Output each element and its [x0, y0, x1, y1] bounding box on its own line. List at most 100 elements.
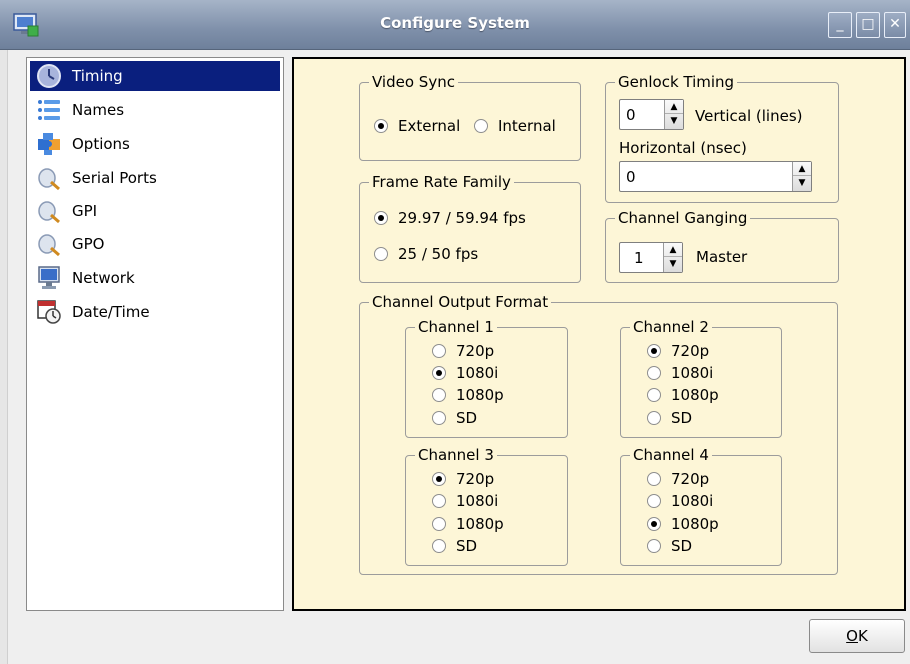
list-icon [38, 100, 60, 120]
radio-indicator [647, 366, 661, 380]
spin-down-icon[interactable]: ▼ [665, 114, 683, 128]
radio-indicator [432, 344, 446, 358]
group-title: Genlock Timing [618, 73, 735, 91]
plug-icon [38, 234, 60, 257]
channel-4-1080p-radio[interactable]: 1080p [647, 515, 719, 533]
radio-label: 720p [456, 342, 495, 360]
channel-3-1080i-radio[interactable]: 1080i [432, 492, 498, 510]
radio-label: Internal [498, 117, 556, 135]
channel-4-1080i-radio[interactable]: 1080i [647, 492, 713, 510]
vertical-lines-label: Vertical (lines) [695, 107, 803, 125]
video-sync-internal-radio[interactable]: Internal [474, 117, 556, 135]
radio-indicator [474, 119, 488, 133]
video-sync-external-radio[interactable]: External [374, 117, 460, 135]
group-title: Video Sync [372, 73, 455, 91]
group-title: Frame Rate Family [372, 173, 511, 191]
maximize-button[interactable]: □ [856, 12, 880, 38]
radio-label: SD [671, 409, 693, 427]
radio-label: SD [456, 409, 478, 427]
title-bar: Configure System _ □ ✕ [0, 0, 910, 50]
spinbox-value: 0 [626, 168, 636, 186]
radio-indicator [432, 411, 446, 425]
group-title: Channel 3 [418, 446, 494, 464]
ganging-master-label: Master [696, 248, 748, 266]
sidebar-item-label: Names [72, 101, 125, 119]
group-title: Channel 1 [418, 318, 494, 336]
sidebar-item-label: Network [72, 269, 135, 287]
close-button[interactable]: ✕ [884, 12, 906, 38]
sidebar-item-label: Date/Time [72, 303, 150, 321]
channel-1-1080p-radio[interactable]: 1080p [432, 386, 504, 404]
sidebar-item-gpi[interactable]: GPI [30, 196, 280, 226]
channel-2-720p-radio[interactable]: 720p [647, 342, 709, 360]
sidebar-item-options[interactable]: Options [30, 129, 280, 159]
group-title: Channel 4 [633, 446, 709, 464]
sidebar-item-gpo[interactable]: GPO [30, 229, 280, 259]
sidebar-item-names[interactable]: Names [30, 95, 280, 125]
radio-indicator [432, 494, 446, 508]
frame-rate-25-radio[interactable]: 25 / 50 fps [374, 245, 478, 263]
channel-3-sd-radio[interactable]: SD [432, 537, 477, 555]
horizontal-nsec-spinbox[interactable]: 0 ▲ ▼ [619, 161, 812, 192]
frame-rate-group: Frame Rate Family [359, 173, 581, 283]
radio-label: 1080i [456, 492, 499, 510]
spin-up-icon[interactable]: ▲ [793, 162, 811, 176]
radio-indicator [432, 539, 446, 553]
sidebar-item-date-time[interactable]: Date/Time [30, 297, 280, 327]
radio-indicator [647, 344, 661, 358]
minimize-button[interactable]: _ [828, 12, 852, 38]
sidebar-item-label: Serial Ports [72, 169, 157, 187]
radio-indicator [647, 494, 661, 508]
channel-2-1080p-radio[interactable]: 1080p [647, 386, 719, 404]
radio-label: 1080i [671, 364, 714, 382]
spinbox-value: 0 [626, 106, 636, 124]
sidebar-item-label: Timing [72, 67, 123, 85]
monitor-icon [38, 266, 60, 289]
radio-label: SD [456, 537, 478, 555]
sidebar-list[interactable]: Timing Names Options Serial Ports GPI GP… [26, 57, 284, 611]
radio-indicator [432, 472, 446, 486]
frame-rate-2997-radio[interactable]: 29.97 / 59.94 fps [374, 209, 526, 227]
group-title: Channel 2 [633, 318, 709, 336]
channel-1-sd-radio[interactable]: SD [432, 409, 477, 427]
spin-up-icon[interactable]: ▲ [664, 243, 682, 257]
channel-1-1080i-radio[interactable]: 1080i [432, 364, 498, 382]
group-title: Channel Output Format [372, 293, 549, 311]
sidebar-item-label: Options [72, 135, 130, 153]
sidebar-item-label: GPI [72, 202, 98, 220]
spin-down-icon[interactable]: ▼ [793, 176, 811, 190]
channel-3-1080p-radio[interactable]: 1080p [432, 515, 504, 533]
sidebar-item-timing[interactable]: Timing [30, 61, 280, 91]
radio-indicator [374, 247, 388, 261]
radio-label: SD [671, 537, 693, 555]
clock-icon [37, 64, 61, 88]
radio-label: External [398, 117, 461, 135]
channel-1-720p-radio[interactable]: 720p [432, 342, 494, 360]
radio-label: 720p [456, 470, 495, 488]
spin-up-icon[interactable]: ▲ [665, 100, 683, 114]
puzzle-icon [38, 133, 60, 155]
ganging-spinbox[interactable]: 1 ▲ ▼ [619, 242, 683, 273]
sidebar-item-network[interactable]: Network [30, 263, 280, 293]
radio-label: 1080p [671, 515, 719, 533]
ok-label-rest: K [857, 627, 868, 645]
channel-4-sd-radio[interactable]: SD [647, 537, 692, 555]
spin-down-icon[interactable]: ▼ [664, 257, 682, 271]
plug-icon [38, 168, 60, 191]
channel-2-sd-radio[interactable]: SD [647, 409, 692, 427]
group-title: Channel Ganging [618, 209, 748, 227]
ok-button[interactable]: OK [809, 619, 905, 653]
ok-mnemonic: O [846, 627, 858, 645]
radio-label: 1080p [671, 386, 719, 404]
radio-label: 720p [671, 342, 710, 360]
radio-indicator [647, 388, 661, 402]
sidebar-item-label: GPO [72, 235, 105, 253]
radio-label: 1080p [456, 515, 504, 533]
channel-4-720p-radio[interactable]: 720p [647, 470, 709, 488]
channel-3-720p-radio[interactable]: 720p [432, 470, 494, 488]
window-title: Configure System [380, 14, 530, 32]
radio-label: 1080p [456, 386, 504, 404]
vertical-lines-spinbox[interactable]: 0 ▲ ▼ [619, 99, 684, 130]
sidebar-item-serial-ports[interactable]: Serial Ports [30, 163, 280, 193]
channel-2-1080i-radio[interactable]: 1080i [647, 364, 713, 382]
